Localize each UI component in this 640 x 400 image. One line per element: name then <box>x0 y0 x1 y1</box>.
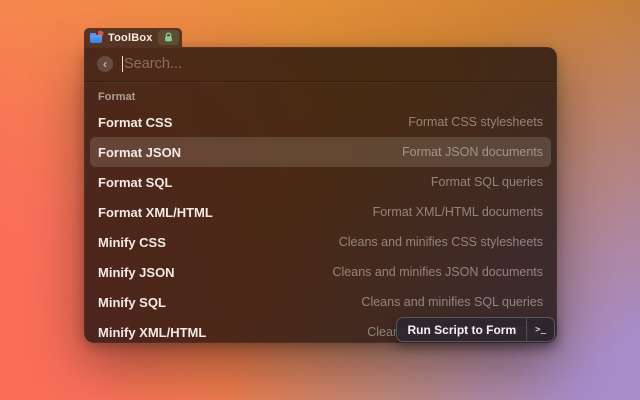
terminal-prompt-icon: >_ <box>527 325 554 335</box>
command-description: Format JSON documents <box>402 145 543 159</box>
lock-icon <box>163 32 174 43</box>
list-item-minify-css[interactable]: Minify CSS Cleans and minifies CSS style… <box>90 227 551 257</box>
command-list: Format CSS Format CSS stylesheets Format… <box>84 107 557 343</box>
command-label: Minify SQL <box>98 295 166 310</box>
command-palette-window: ‹ Format Format CSS Format CSS styleshee… <box>84 47 557 343</box>
command-label: Format JSON <box>98 145 181 160</box>
command-description: Cleans and minifies CSS stylesheets <box>339 235 543 249</box>
run-script-button[interactable]: Run Script to Form >_ <box>396 317 555 342</box>
command-description: Format SQL queries <box>431 175 543 189</box>
command-label: Format CSS <box>98 115 172 130</box>
command-description: Format XML/HTML documents <box>373 205 543 219</box>
list-item-format-xml-html[interactable]: Format XML/HTML Format XML/HTML document… <box>90 197 551 227</box>
list-item-minify-json[interactable]: Minify JSON Cleans and minifies JSON doc… <box>90 257 551 287</box>
command-label: Minify CSS <box>98 235 166 250</box>
command-label: Minify XML/HTML <box>98 325 206 340</box>
app-title: ToolBox <box>108 32 153 44</box>
command-description: Cleans and minifies JSON documents <box>332 265 543 279</box>
run-script-label: Run Script to Form <box>397 323 526 337</box>
search-input[interactable] <box>124 56 544 72</box>
text-caret <box>122 56 123 72</box>
search-bar: ‹ <box>84 47 557 82</box>
list-item-format-css[interactable]: Format CSS Format CSS stylesheets <box>90 107 551 137</box>
list-item-minify-sql[interactable]: Minify SQL Cleans and minifies SQL queri… <box>90 287 551 317</box>
search-input-wrap <box>122 56 544 72</box>
chevron-left-icon: ‹ <box>103 58 107 70</box>
command-label: Format SQL <box>98 175 172 190</box>
list-item-format-json[interactable]: Format JSON Format JSON documents <box>90 137 551 167</box>
list-item-format-sql[interactable]: Format SQL Format SQL queries <box>90 167 551 197</box>
toolbox-folder-icon <box>90 32 103 43</box>
lock-badge <box>158 30 179 45</box>
section-header-format: Format <box>98 91 543 103</box>
command-label: Format XML/HTML <box>98 205 213 220</box>
command-label: Minify JSON <box>98 265 175 280</box>
app-chip-toolbox[interactable]: ToolBox <box>84 28 182 47</box>
back-button[interactable]: ‹ <box>97 56 113 72</box>
command-description: Format CSS stylesheets <box>408 115 543 129</box>
command-description: Cleans and minifies SQL queries <box>361 295 543 309</box>
